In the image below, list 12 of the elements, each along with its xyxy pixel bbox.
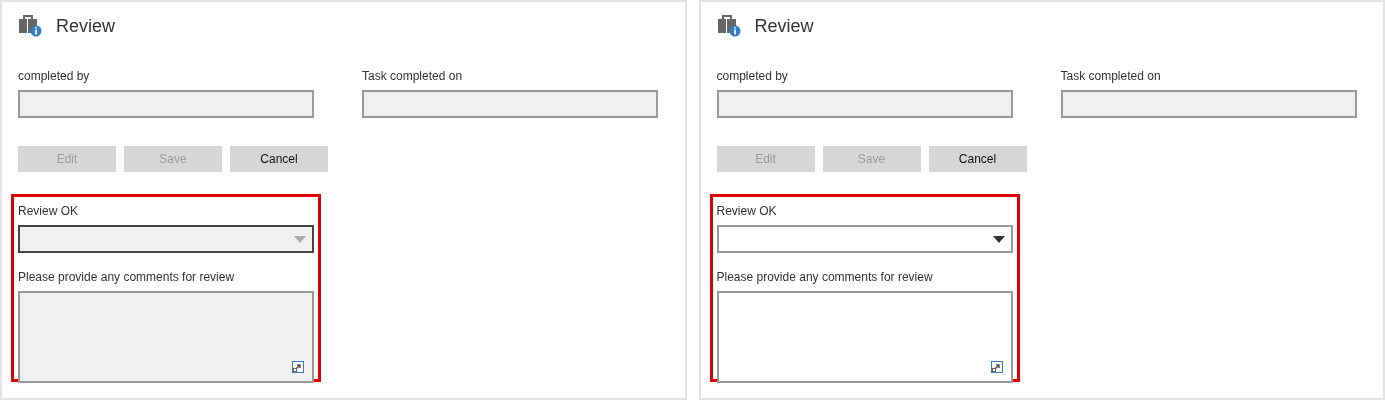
- field-label: Review OK: [716, 203, 778, 219]
- field-label: completed by: [716, 68, 789, 84]
- field-label: completed by: [18, 68, 91, 84]
- field-label: Task completed on: [362, 68, 464, 84]
- field-label: Review OK: [18, 203, 80, 219]
- field-label: Task completed on: [1060, 68, 1162, 84]
- cancel-button[interactable]: Cancel: [928, 146, 1027, 172]
- panel-title: Review: [56, 15, 116, 37]
- panel-title: Review: [754, 15, 814, 37]
- field-label: Please provide any comments for review: [716, 269, 934, 285]
- cancel-button[interactable]: Cancel: [230, 146, 328, 172]
- field-label: Please provide any comments for review: [18, 269, 236, 285]
